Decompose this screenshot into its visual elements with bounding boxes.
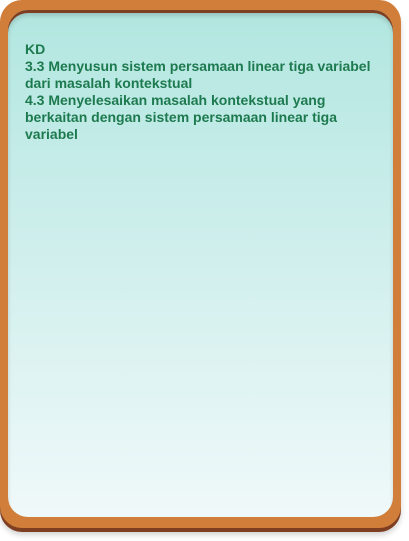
kd-item-3-3: 3.3 Menyusun sistem persamaan linear tig… [25,58,371,91]
kd-item-4-3: 4.3 Menyelesaikan masalah kontekstual ya… [25,92,338,142]
content-panel: KD 3.3 Menyusun sistem persamaan linear … [8,10,393,517]
kd-heading: KD [25,41,46,57]
card-frame: KD 3.3 Menyusun sistem persamaan linear … [0,0,401,528]
kd-text: KD 3.3 Menyusun sistem persamaan linear … [25,41,375,143]
